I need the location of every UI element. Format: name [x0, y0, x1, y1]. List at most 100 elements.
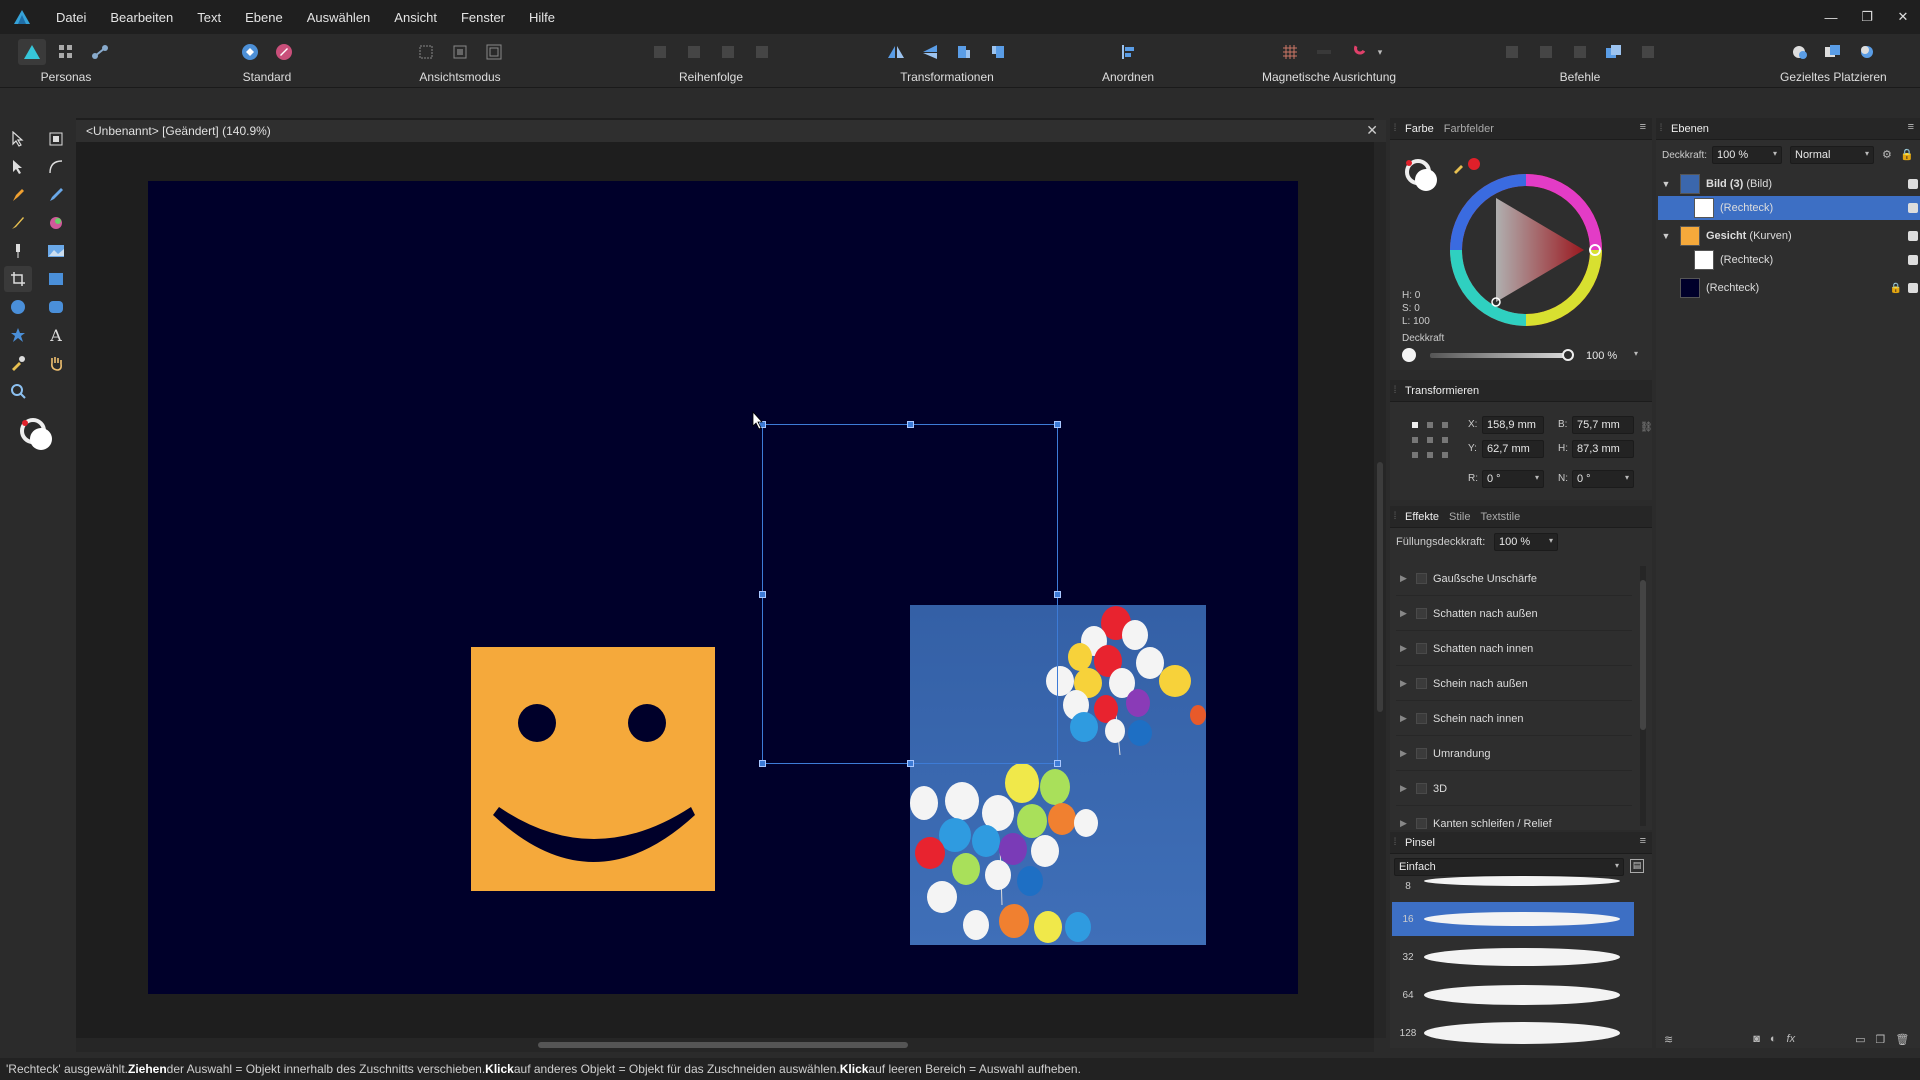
fx-icon[interactable]: fx — [1787, 1033, 1796, 1045]
brush-category-select[interactable]: Einfach ▾ — [1394, 858, 1624, 876]
effect-outer-glow[interactable]: ▶ Schein nach außen — [1396, 667, 1632, 701]
grid-snap-icon[interactable] — [1276, 39, 1304, 65]
restore-button[interactable]: ❐ — [1858, 9, 1876, 25]
tab-effekte[interactable]: Effekte — [1400, 511, 1444, 523]
brush-grid-toggle-icon[interactable]: ▤ — [1630, 859, 1644, 873]
tab-stile[interactable]: Stile — [1444, 511, 1475, 523]
balloons-image[interactable] — [910, 605, 1206, 945]
horizontal-scrollbar[interactable] — [76, 1038, 1374, 1052]
vertical-scrollbar[interactable] — [1374, 142, 1386, 1038]
delete-layer-icon[interactable]: 🗑 — [1895, 1033, 1909, 1046]
move-to-back-icon[interactable] — [646, 39, 674, 65]
zoom-tool-icon[interactable] — [4, 378, 32, 404]
close-window-button[interactable]: ✕ — [1894, 9, 1912, 25]
color-opacity-field[interactable]: 100 % ▾ — [1582, 347, 1642, 365]
minimize-button[interactable]: — — [1822, 10, 1840, 25]
rotate-right-icon[interactable] — [984, 39, 1012, 65]
effect-inner-glow[interactable]: ▶ Schein nach innen — [1396, 702, 1632, 736]
brush-panel-menu-icon[interactable]: ≡ — [1640, 835, 1646, 847]
mask-icon[interactable]: ◙ — [1753, 1033, 1760, 1045]
x-position-field[interactable]: 158,9 mm — [1482, 416, 1544, 434]
place-inside-icon[interactable] — [1819, 39, 1847, 65]
affinity-logo-icon[interactable] — [0, 0, 44, 34]
effect-gaussian-blur[interactable]: ▶ Gaußsche Unschärfe — [1396, 562, 1632, 596]
fill-opacity-field[interactable]: 100 % ▾ — [1494, 533, 1558, 551]
flip-horizontal-icon[interactable] — [882, 39, 910, 65]
view-mode-bleed-icon[interactable] — [480, 39, 508, 65]
layer-rechteck-background[interactable]: (Rechteck) 🔒 — [1658, 276, 1920, 300]
effects-scrollbar[interactable] — [1640, 566, 1646, 826]
transparency-tool-icon[interactable] — [4, 238, 32, 264]
designer-persona-icon[interactable] — [18, 39, 46, 65]
document-tab[interactable]: <Unbenannt> [Geändert] (140.9%) ✕ — [76, 120, 1386, 142]
layer-lock-icon[interactable]: 🔒 — [1900, 148, 1914, 161]
layer-rechteck-selected[interactable]: (Rechteck) — [1658, 196, 1920, 220]
tab-textstile[interactable]: Textstile — [1475, 511, 1525, 523]
color-wheel[interactable] — [1444, 168, 1608, 332]
menu-bearbeiten[interactable]: Bearbeiten — [98, 0, 185, 34]
ellipse-tool-icon[interactable] — [4, 294, 32, 320]
adjustment-icon[interactable]: ◐ — [1770, 1033, 1777, 1045]
rotate-left-icon[interactable] — [950, 39, 978, 65]
height-field[interactable]: 87,3 mm — [1572, 440, 1634, 458]
layer-opacity-field[interactable]: 100 % ▾ — [1712, 146, 1782, 164]
menu-hilfe[interactable]: Hilfe — [517, 0, 567, 34]
menu-ebene[interactable]: Ebene — [233, 0, 295, 34]
view-mode-clip-icon[interactable] — [446, 39, 474, 65]
snap-dropdown-icon[interactable]: ▾ — [1378, 47, 1383, 58]
place-image-tool-icon[interactable] — [42, 238, 70, 264]
panel-menu-icon[interactable]: ≡ — [1640, 121, 1646, 133]
rotation-field[interactable]: 0 ° ▾ — [1482, 470, 1544, 488]
flip-vertical-icon[interactable] — [916, 39, 944, 65]
menu-auswaehlen[interactable]: Auswählen — [295, 0, 383, 34]
effect-outline[interactable]: ▶ Umrandung — [1396, 737, 1632, 771]
layer-stack-icon[interactable]: ≋ — [1664, 1033, 1673, 1046]
layer-settings-icon[interactable]: ⚙ — [1882, 148, 1892, 161]
command-icon-1[interactable] — [1498, 39, 1526, 65]
command-icon-2[interactable] — [1532, 39, 1560, 65]
brush-item-64[interactable]: 64 — [1392, 978, 1634, 1012]
panel-grip-icon[interactable]: ⁞ — [1390, 123, 1400, 134]
hand-tool-icon[interactable] — [42, 350, 70, 376]
effect-bevel-emboss[interactable]: ▶ Kanten schleifen / Relief — [1396, 807, 1632, 830]
view-mode-normal-icon[interactable] — [412, 39, 440, 65]
crop-tool-icon[interactable] — [4, 266, 32, 292]
opacity-slider[interactable] — [1430, 353, 1570, 358]
snap-options-icon[interactable] — [1310, 39, 1338, 65]
opacity-slider-handle[interactable] — [1562, 349, 1574, 361]
effect-3d[interactable]: ▶ 3D — [1396, 772, 1632, 806]
menu-fenster[interactable]: Fenster — [449, 0, 517, 34]
rounded-rectangle-tool-icon[interactable] — [42, 294, 70, 320]
brush-item-8[interactable]: 8 — [1392, 876, 1634, 896]
brush-item-32[interactable]: 32 — [1392, 940, 1634, 974]
canvas-page[interactable] — [148, 181, 1298, 994]
export-persona-icon[interactable] — [86, 39, 114, 65]
pencil-tool-icon[interactable] — [42, 182, 70, 208]
effect-inner-shadow[interactable]: ▶ Schatten nach innen — [1396, 632, 1632, 666]
rectangle-tool-icon[interactable] — [42, 266, 70, 292]
layer-visibility-checkbox[interactable] — [1908, 203, 1918, 213]
expand-arrow-icon[interactable]: ▼ — [1658, 231, 1674, 241]
shear-field[interactable]: 0 ° ▾ — [1572, 470, 1634, 488]
snap-icon[interactable] — [270, 39, 298, 65]
fill-stroke-swatch-icon[interactable] — [18, 416, 56, 454]
shape-tools-icon[interactable] — [4, 322, 32, 348]
move-tool-icon[interactable] — [4, 126, 32, 152]
layer-visibility-checkbox[interactable] — [1908, 231, 1918, 241]
artboard-tool-icon[interactable] — [42, 126, 70, 152]
effect-outer-shadow[interactable]: ▶ Schatten nach außen — [1396, 597, 1632, 631]
vector-brush-tool-icon[interactable] — [4, 210, 32, 236]
assistant-icon[interactable] — [236, 39, 264, 65]
anchor-point-selector-icon[interactable] — [1410, 420, 1450, 460]
tab-farbe[interactable]: Farbe — [1400, 123, 1439, 135]
corner-tool-icon[interactable] — [42, 154, 70, 180]
align-icon[interactable] — [1114, 39, 1142, 65]
layer-rechteck-child[interactable]: (Rechteck) — [1658, 248, 1920, 272]
expand-arrow-icon[interactable]: ▼ — [1658, 179, 1674, 189]
link-icon[interactable]: ⛓ — [1640, 422, 1653, 433]
menu-text[interactable]: Text — [185, 0, 233, 34]
tab-farbfelder[interactable]: Farbfelder — [1439, 123, 1499, 135]
smiley-face-shape[interactable] — [471, 647, 715, 891]
layer-visibility-checkbox[interactable] — [1908, 255, 1918, 265]
blend-mode-select[interactable]: Normal ▾ — [1790, 146, 1874, 164]
